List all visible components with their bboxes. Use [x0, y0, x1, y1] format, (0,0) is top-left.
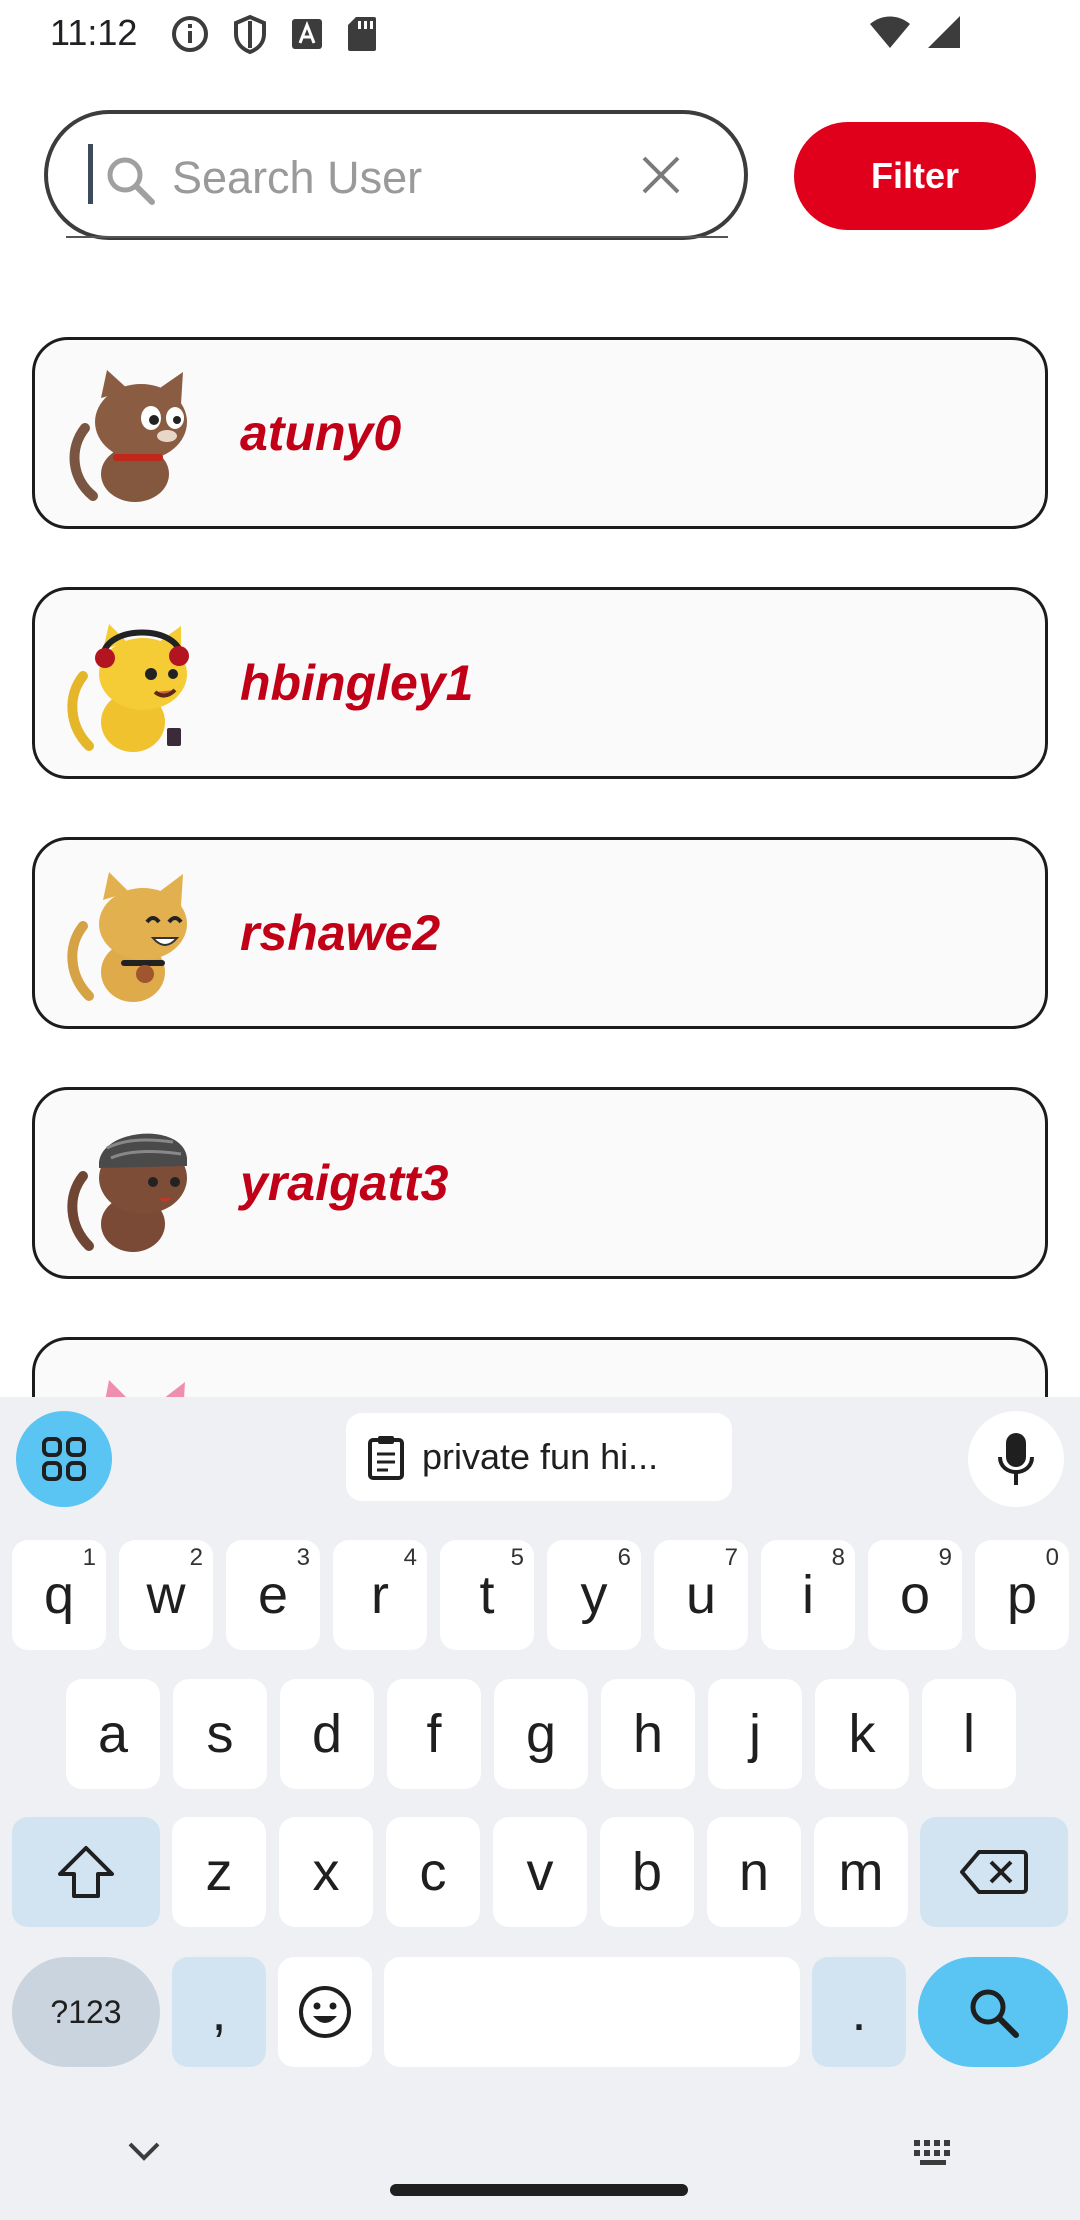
- home-indicator[interactable]: [390, 2184, 688, 2196]
- key-g[interactable]: g: [494, 1679, 588, 1789]
- keyboard-switch-icon[interactable]: [912, 2138, 958, 2168]
- user-card[interactable]: hbingley1: [32, 587, 1048, 779]
- key-label: w: [146, 1565, 186, 1625]
- key-s[interactable]: s: [173, 1679, 267, 1789]
- text-cursor: [88, 144, 93, 204]
- space-key[interactable]: [384, 1957, 800, 2067]
- key-y[interactable]: y6: [547, 1540, 641, 1650]
- key-f[interactable]: f: [387, 1679, 481, 1789]
- close-icon[interactable]: [636, 150, 686, 200]
- pink-cat-avatar: [105, 1380, 185, 1397]
- key-b[interactable]: b: [600, 1817, 694, 1927]
- key-e[interactable]: e3: [226, 1540, 320, 1650]
- key-u[interactable]: u7: [654, 1540, 748, 1650]
- key-k[interactable]: k: [815, 1679, 909, 1789]
- key-hint: 4: [403, 1544, 417, 1571]
- key-a[interactable]: a: [66, 1679, 160, 1789]
- voice-input-button[interactable]: [968, 1411, 1064, 1507]
- key-h[interactable]: h: [601, 1679, 695, 1789]
- username: atuny0: [240, 405, 402, 461]
- key-z[interactable]: z: [172, 1817, 266, 1927]
- user-card[interactable]: yraigatt3: [32, 1087, 1048, 1279]
- key-t[interactable]: t5: [440, 1540, 534, 1650]
- user-card[interactable]: atuny0: [32, 337, 1048, 529]
- search-underline: [66, 236, 728, 238]
- key-label: p: [1006, 1565, 1038, 1625]
- key-label: y: [580, 1565, 608, 1625]
- orange-cat-bell-avatar: [67, 872, 187, 1002]
- search-icon: [970, 1989, 1019, 2038]
- clipboard-suggestion[interactable]: private fun hi...: [346, 1413, 732, 1501]
- key-label: u: [685, 1565, 717, 1625]
- shift-icon: [58, 1846, 114, 1898]
- keyboard-apps-button[interactable]: [16, 1411, 112, 1507]
- brown-cat-bandana-avatar: [67, 1133, 187, 1252]
- key-m[interactable]: m: [814, 1817, 908, 1927]
- symbols-key[interactable]: ?123: [12, 1957, 160, 2067]
- emoji-icon: [299, 1986, 351, 2038]
- key-x[interactable]: x: [279, 1817, 373, 1927]
- key-j[interactable]: j: [708, 1679, 802, 1789]
- username: hbingley1: [240, 655, 474, 711]
- key-hint: 7: [724, 1544, 738, 1571]
- search-icon: [107, 157, 155, 205]
- microphone-icon: [998, 1433, 1034, 1485]
- key-label: r: [371, 1565, 389, 1625]
- emoji-key[interactable]: [278, 1957, 372, 2067]
- filter-button[interactable]: Filter: [794, 122, 1036, 230]
- key-i[interactable]: i8: [761, 1540, 855, 1650]
- key-v[interactable]: v: [493, 1817, 587, 1927]
- key-w[interactable]: w2: [119, 1540, 213, 1650]
- screen: 11:12 atuny0 hbingley1 rshawe2 yraigatt3…: [0, 0, 1080, 2220]
- username: rshawe2: [240, 905, 441, 961]
- username: yraigatt3: [240, 1155, 449, 1211]
- search-input[interactable]: [172, 146, 612, 210]
- key-hint: 9: [938, 1544, 952, 1571]
- yellow-cat-headphones-avatar: [67, 624, 189, 752]
- key-hint: 0: [1045, 1544, 1059, 1571]
- key-hint: 2: [189, 1544, 203, 1571]
- key-p[interactable]: p0: [975, 1540, 1069, 1650]
- apps-grid-icon: [42, 1437, 86, 1481]
- key-label: e: [257, 1565, 289, 1625]
- search-action-key[interactable]: [918, 1957, 1068, 2067]
- key-hint: 3: [296, 1544, 310, 1571]
- user-card[interactable]: [32, 1337, 1048, 1397]
- key-label: t: [479, 1565, 495, 1625]
- hide-keyboard-icon[interactable]: [126, 2140, 162, 2164]
- key-d[interactable]: d: [280, 1679, 374, 1789]
- key-hint: 6: [617, 1544, 631, 1571]
- key-l[interactable]: l: [922, 1679, 1016, 1789]
- period-key[interactable]: .: [812, 1957, 906, 2067]
- clipboard-text: private fun hi...: [422, 1436, 659, 1477]
- key-n[interactable]: n: [707, 1817, 801, 1927]
- key-hint: 1: [82, 1544, 96, 1571]
- key-label: q: [43, 1565, 75, 1625]
- user-card[interactable]: rshawe2: [32, 837, 1048, 1029]
- brown-cat-collar-avatar: [69, 370, 187, 502]
- key-c[interactable]: c: [386, 1817, 480, 1927]
- backspace-key[interactable]: [920, 1817, 1068, 1927]
- key-q[interactable]: q1: [12, 1540, 106, 1650]
- key-hint: 5: [510, 1544, 524, 1571]
- key-r[interactable]: r4: [333, 1540, 427, 1650]
- comma-key[interactable]: ,: [172, 1957, 266, 2067]
- key-label: o: [899, 1565, 931, 1625]
- key-hint: 8: [831, 1544, 845, 1571]
- clipboard-icon: [368, 1436, 404, 1480]
- shift-key[interactable]: [12, 1817, 160, 1927]
- backspace-icon: [960, 1850, 1028, 1894]
- key-o[interactable]: o9: [868, 1540, 962, 1650]
- keyboard: private fun hi... q1w2e3r4t5y6u7i8o9p0 a…: [0, 1397, 1080, 2220]
- key-label: i: [802, 1565, 814, 1625]
